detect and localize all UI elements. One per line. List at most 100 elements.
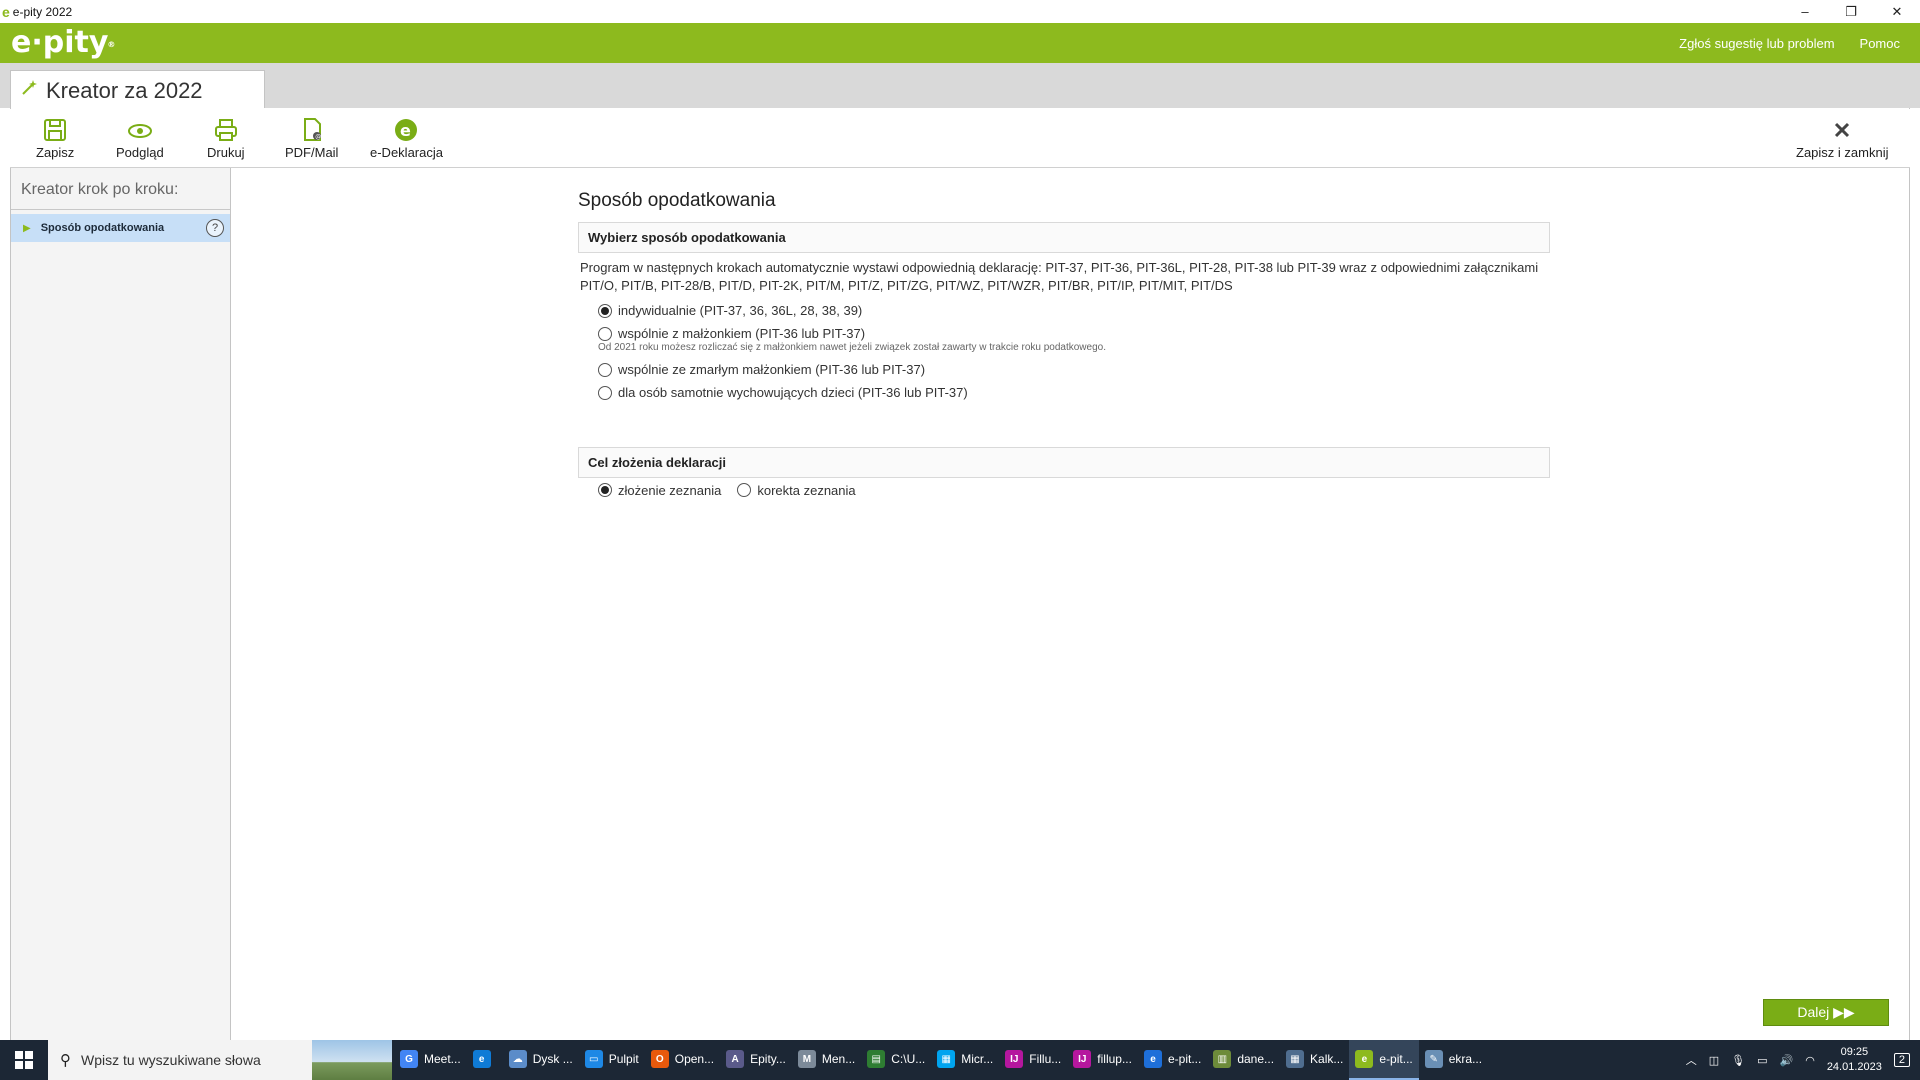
window-title: e-pity 2022 [12, 4, 73, 19]
page-title: Sposób opodatkowania [578, 190, 776, 211]
report-problem-link[interactable]: Zgłoś sugestię lub problem [1679, 36, 1834, 51]
clock[interactable]: 09:25 24.01.2023 [1827, 1045, 1882, 1075]
purpose-radio-group: złożenie zeznania korekta zeznania [578, 478, 1550, 502]
taskbar-app[interactable]: e e-pit... [1138, 1040, 1207, 1080]
tab-wizard[interactable]: Kreator za 2022 [10, 70, 265, 110]
save-button[interactable]: Zapisz [36, 117, 74, 160]
radio-button[interactable] [737, 483, 752, 497]
taskbar-app[interactable]: ✎ ekra... [1419, 1040, 1488, 1080]
svg-text:e: e [400, 121, 411, 140]
taskbar: ⚲ Wpisz tu wyszukiwane słowa G Meet... e ☁ D… [0, 1040, 1920, 1080]
help-icon[interactable]: ? [206, 219, 224, 237]
taskbar-app[interactable]: M Men... [792, 1040, 861, 1080]
taskbar-app[interactable]: ☁ Dysk ... [503, 1040, 579, 1080]
next-button[interactable]: Dalej ▶▶ [1763, 999, 1889, 1026]
taskbar-app[interactable]: e e-pit... [1349, 1040, 1419, 1080]
radio-button[interactable] [598, 385, 612, 400]
taskbar-app[interactable]: ▦ Micr... [931, 1040, 999, 1080]
taskbar-app[interactable]: e [467, 1040, 503, 1080]
epity-logo: e·pity ® [11, 23, 115, 63]
radio-button[interactable] [598, 303, 612, 318]
section-heading-taxation: Wybierz sposób opodatkowania [578, 222, 1550, 253]
app-icon: ☁ [508, 1050, 527, 1068]
edeclaration-label: e-Deklaracja [370, 145, 443, 160]
taskbar-app[interactable]: ▦ Kalk... [1280, 1040, 1349, 1080]
system-tray: ︿ ◫ 🎙 ▭ 🔊 ◠ 09:25 24.01.2023 2 [1686, 1040, 1920, 1080]
taskbar-app[interactable]: ▤ C:\U... [861, 1040, 931, 1080]
app-icon: e [1143, 1050, 1162, 1068]
radio-button[interactable] [598, 326, 612, 341]
e-declaration-icon: e [395, 119, 418, 141]
taskbar-app-label: C:\U... [891, 1052, 926, 1066]
magic-wand-icon [20, 79, 38, 102]
radio-individual[interactable]: indywidualnie (PIT-37, 36, 36L, 28, 38, … [578, 299, 1550, 322]
search-placeholder: Wpisz tu wyszukiwane słowa [81, 1052, 261, 1068]
help-link[interactable]: Pomoc [1860, 36, 1900, 51]
taskbar-search[interactable]: ⚲ Wpisz tu wyszukiwane słowa [48, 1040, 392, 1080]
save-close-label: Zapisz i zamknij [1796, 145, 1889, 160]
print-button[interactable]: Drukuj [207, 117, 245, 160]
save-close-button[interactable]: Zapisz i zamknij [1796, 117, 1888, 160]
chevron-up-icon[interactable]: ︿ [1686, 1052, 1697, 1068]
save-label: Zapisz [36, 145, 75, 160]
taskbar-app-label: Dysk ... [532, 1052, 573, 1066]
volume-icon[interactable]: 🔊 [1780, 1054, 1794, 1067]
section-description: Program w następnych krokach automatyczn… [580, 260, 1539, 293]
pdf-document-icon: @ [303, 118, 321, 141]
app-icon: ▦ [1286, 1050, 1305, 1068]
radio-button[interactable] [598, 362, 612, 377]
radio-correction[interactable]: korekta zeznania [737, 482, 856, 498]
taskbar-app[interactable]: IJ Fillu... [999, 1040, 1067, 1080]
restore-button[interactable]: ❐ [1828, 0, 1874, 23]
taskbar-app[interactable]: G Meet... [394, 1040, 467, 1080]
close-window-button[interactable]: ✕ [1874, 0, 1920, 23]
taskbar-app[interactable]: ▥ dane... [1207, 1040, 1280, 1080]
edeclaration-button[interactable]: e e-Deklaracja [370, 117, 443, 160]
toolbar: Zapisz Podgląd Drukuj @ PDF/Mail e e-Dek… [10, 109, 1910, 168]
radio-label: wspólnie ze zmarłym małżonkiem (PIT-36 l… [618, 362, 926, 377]
radio-button[interactable] [598, 483, 612, 497]
app-icon: ✎ [1424, 1050, 1443, 1068]
window-titlebar: e e-pity 2022 – ❐ ✕ [0, 0, 1920, 23]
taskbar-app[interactable]: IJ fillup... [1067, 1040, 1138, 1080]
sidebar-item-taxation-method[interactable]: ▶ Sposób opodatkowania ? [11, 214, 230, 242]
print-label: Drukuj [207, 145, 245, 160]
taskbar-app-label: Pulpit [608, 1052, 639, 1066]
play-arrow-icon: ▶ [23, 222, 31, 234]
microphone-icon[interactable]: 🎙 [1731, 1054, 1745, 1067]
taskbar-app[interactable]: A Epity... [720, 1040, 792, 1080]
minimize-button[interactable]: – [1782, 0, 1828, 23]
radio-single-parent[interactable]: dla osób samotnie wychowujących dzieci (… [578, 381, 1550, 404]
preview-button[interactable]: Podgląd [116, 117, 164, 160]
taskbar-app[interactable]: O Open... [645, 1040, 720, 1080]
notification-center-icon[interactable]: 2 [1893, 1053, 1910, 1067]
pdf-mail-button[interactable]: @ PDF/Mail [285, 117, 338, 160]
brand-bar: e·pity ® Zgłoś sugestię lub problem Pomoc [0, 23, 1920, 63]
app-icon: e [1355, 1050, 1374, 1068]
tab-strip [0, 63, 1920, 108]
taskbar-app-label: Micr... [961, 1052, 994, 1066]
app-icon: IJ [1073, 1050, 1092, 1068]
tab-title: Kreator za 2022 [46, 77, 203, 103]
windows-logo-icon [15, 1051, 33, 1069]
search-highlight-image [312, 1040, 392, 1080]
start-button[interactable] [0, 1040, 48, 1080]
camera-icon[interactable]: ◫ [1709, 1054, 1719, 1067]
radio-filing[interactable]: złożenie zeznania [598, 483, 721, 498]
section-heading-purpose: Cel złożenia deklaracji [578, 447, 1550, 478]
taskbar-app-label: Men... [821, 1052, 856, 1066]
taskbar-app-label: e-pit... [1379, 1052, 1413, 1066]
logo-registered-mark: ® [107, 40, 116, 49]
battery-icon[interactable]: ▭ [1757, 1054, 1767, 1067]
app-icon: ▤ [867, 1050, 886, 1068]
app-icon: IJ [1005, 1050, 1024, 1068]
sidebar-heading: Kreator krok po kroku: [11, 168, 230, 210]
taskbar-app-label: dane... [1237, 1052, 1275, 1066]
radio-label: korekta zeznania [757, 482, 856, 498]
notification-count: 2 [1898, 1054, 1905, 1066]
taskbar-app-label: e-pit... [1167, 1052, 1202, 1066]
radio-deceased-spouse[interactable]: wspólnie ze zmarłym małżonkiem (PIT-36 l… [578, 358, 1550, 381]
wifi-icon[interactable]: ◠ [1805, 1054, 1815, 1067]
taskbar-app[interactable]: ▭ Pulpit [579, 1040, 645, 1080]
